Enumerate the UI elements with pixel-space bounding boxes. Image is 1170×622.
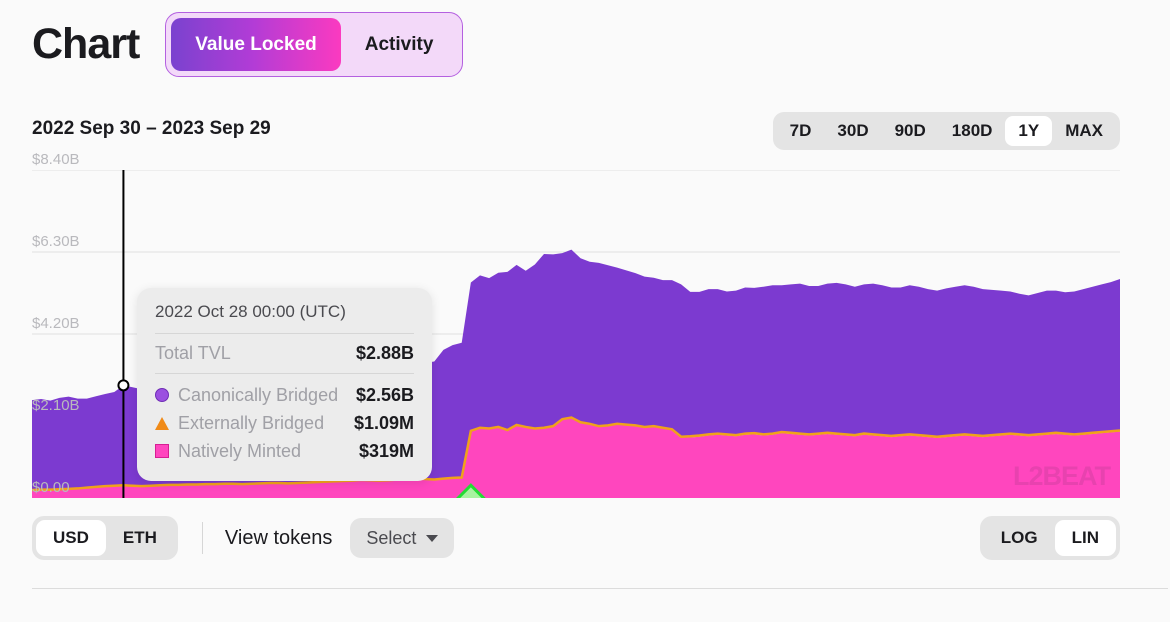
currency-toggle: USD ETH [32,516,178,560]
chart-controls-bar: USD ETH View tokens Select LOG LIN [32,516,1120,560]
timeframe-1y[interactable]: 1Y [1005,116,1053,146]
y-axis-label-8-40b: $8.40B [32,151,80,168]
chevron-down-icon [426,534,439,542]
tab-value-locked[interactable]: Value Locked [171,18,341,71]
timeframe-selector: 7D 30D 90D 180D 1Y MAX [772,112,1120,150]
token-select-dropdown[interactable]: Select [350,518,455,558]
currency-usd[interactable]: USD [36,520,106,556]
page-title: Chart [32,20,140,68]
tooltip-total-label: Total TVL [155,343,231,363]
tooltip-label-natively-minted: Natively Minted [178,440,302,461]
token-select-label: Select [366,527,417,548]
view-tokens-label: View tokens [224,526,333,549]
currency-eth[interactable]: ETH [106,520,174,556]
tooltip-total-row: Total TVL $2.88B [155,333,414,374]
chart-header: Chart Value Locked Activity [32,12,464,77]
date-range-label: 2022 Sep 30 – 2023 Sep 29 [32,118,271,139]
timeframe-180d[interactable]: 180D [939,116,1006,146]
timeframe-max[interactable]: MAX [1052,116,1116,146]
tooltip-value-externally-bridged: $1.09M [353,412,414,433]
chart-type-tabs: Value Locked Activity [165,12,464,77]
scale-toggle: LOG LIN [979,516,1120,560]
scale-log[interactable]: LOG [984,520,1055,556]
tooltip-breakdown: Canonically Bridged $2.56B Externally Br… [155,374,414,465]
timeframe-90d[interactable]: 90D [882,116,939,146]
tooltip-label-canonically-bridged: Canonically Bridged [178,384,339,405]
chart-page: Chart Value Locked Activity 2022 Sep 30 … [0,0,1170,622]
scale-lin[interactable]: LIN [1054,520,1116,556]
tooltip-value-natively-minted: $319M [358,440,414,461]
timeframe-30d[interactable]: 30D [824,116,881,146]
tooltip-label-externally-bridged: Externally Bridged [178,412,325,433]
timeframe-7d[interactable]: 7D [777,116,825,146]
footer-divider [32,588,1168,589]
chart-tooltip: 2022 Oct 28 00:00 (UTC) Total TVL $2.88B… [137,288,432,481]
square-marker-icon [155,444,169,458]
triangle-marker-icon [155,416,169,430]
tooltip-value-canonically-bridged: $2.56B [355,384,414,405]
tooltip-row-canonically-bridged: Canonically Bridged $2.56B [155,381,414,409]
circle-marker-icon [155,388,169,402]
tooltip-total-value: $2.88B [355,343,414,363]
tooltip-date: 2022 Oct 28 00:00 (UTC) [155,302,346,321]
tooltip-row-natively-minted: Natively Minted $319M [155,437,414,465]
tooltip-row-externally-bridged: Externally Bridged $1.09M [155,409,414,437]
tab-activity[interactable]: Activity [341,18,458,71]
controls-divider [201,522,203,554]
crosshair-point [117,379,130,392]
